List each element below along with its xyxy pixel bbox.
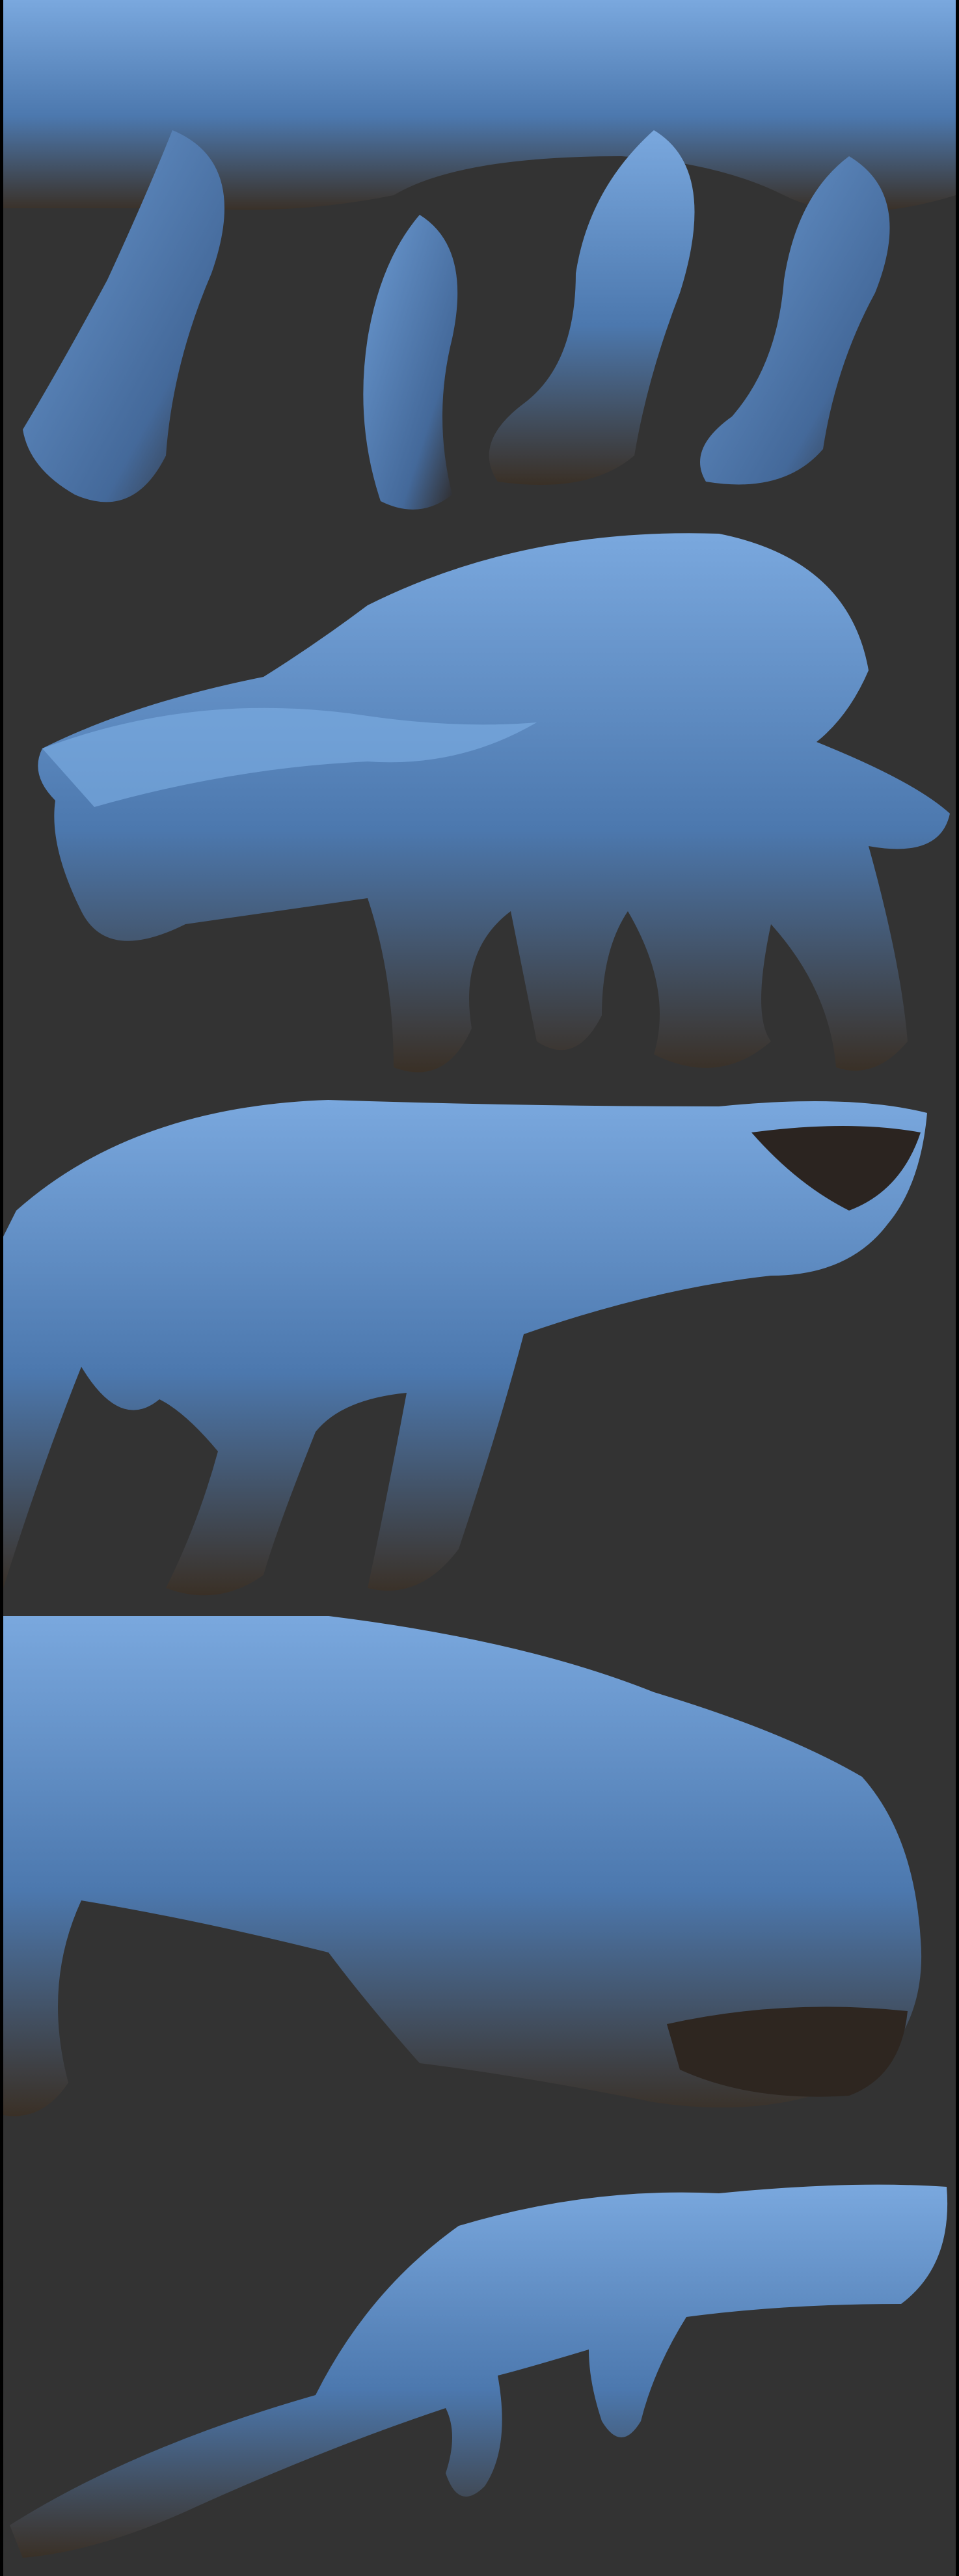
render-sheet xyxy=(3,0,959,2576)
sculpt-renders xyxy=(3,0,956,2558)
panel-side-view-left xyxy=(38,533,950,1073)
panel-side-view-right xyxy=(3,1100,927,1596)
panel-head-closeup xyxy=(3,1616,922,2117)
panel-full-body xyxy=(10,2184,948,2558)
panel-legs-closeup xyxy=(3,0,956,510)
